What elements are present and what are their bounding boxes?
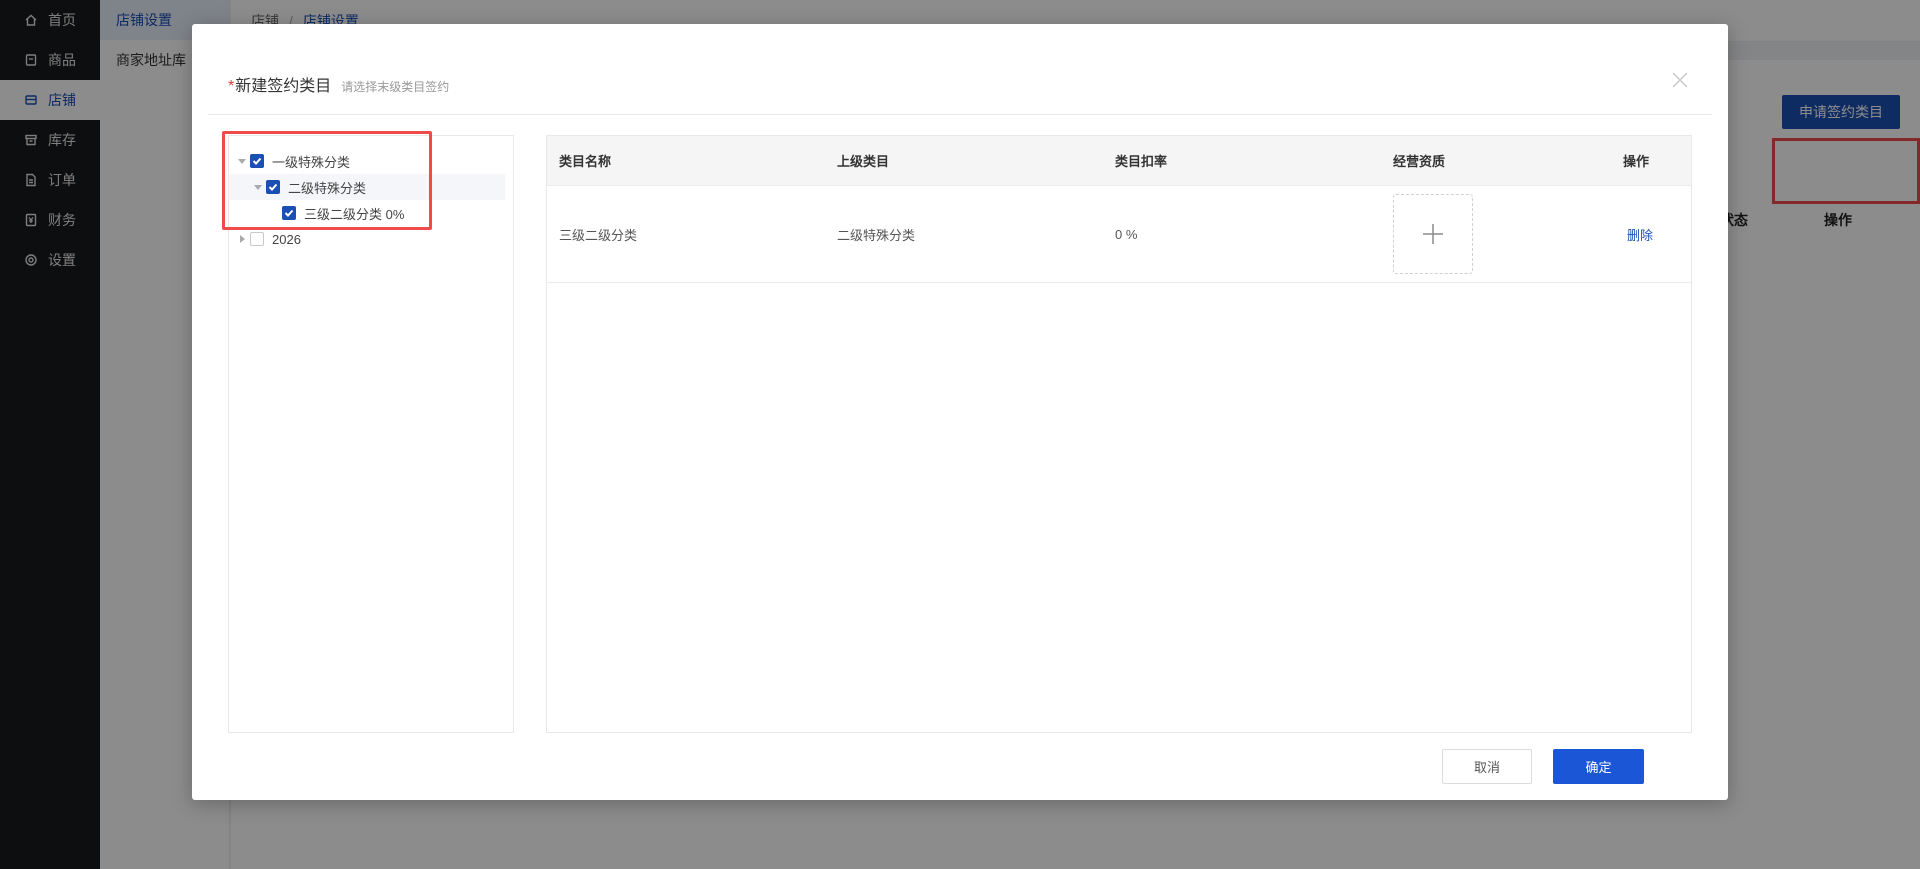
plus-icon (1423, 224, 1443, 244)
close-icon (1672, 72, 1688, 88)
cell-category-name: 三级二级分类 (559, 227, 638, 243)
checkbox-2026[interactable] (250, 232, 264, 246)
header-parent-category: 上级类目 (837, 154, 890, 169)
modal-title-text: 新建签约类目 (235, 78, 332, 95)
cancel-button[interactable]: 取消 (1442, 749, 1532, 784)
annotation-highlight-tree (222, 131, 432, 230)
delete-link[interactable]: 删除 (1627, 228, 1653, 243)
selected-category-table: 类目名称 上级类目 类目扣率 经营资质 操作 三级二级分类 二级特殊分类 0 %… (546, 135, 1692, 733)
caret-right-icon[interactable] (236, 233, 248, 245)
confirm-button[interactable]: 确定 (1553, 749, 1644, 784)
required-mark: * (228, 78, 235, 95)
table-header: 类目名称 上级类目 类目扣率 经营资质 操作 (547, 136, 1691, 186)
cell-qualification (1381, 194, 1611, 274)
cell-category-rate: 0 % (1115, 226, 1138, 242)
header-category-name: 类目名称 (559, 154, 612, 169)
new-category-modal: *新建签约类目 请选择末级类目签约 一级特殊分类 二级特殊分类 三级二级分类 0… (192, 24, 1728, 800)
modal-title: *新建签约类目 (228, 72, 331, 96)
table-row: 三级二级分类 二级特殊分类 0 % 删除 (547, 186, 1691, 283)
cell-action: 删除 (1611, 225, 1691, 244)
close-button[interactable] (1668, 68, 1692, 92)
header-action: 操作 (1623, 154, 1650, 169)
modal-divider (208, 114, 1712, 115)
upload-qualification-button[interactable] (1393, 194, 1473, 274)
modal-subtitle: 请选择末级类目签约 (341, 80, 450, 94)
cell-parent-category: 二级特殊分类 (837, 227, 916, 243)
tree-label-2026[interactable]: 2026 (272, 232, 301, 247)
header-category-rate: 类目扣率 (1115, 154, 1168, 169)
header-qualification: 经营资质 (1393, 154, 1446, 169)
modal-header: *新建签约类目 请选择末级类目签约 (228, 72, 1692, 112)
